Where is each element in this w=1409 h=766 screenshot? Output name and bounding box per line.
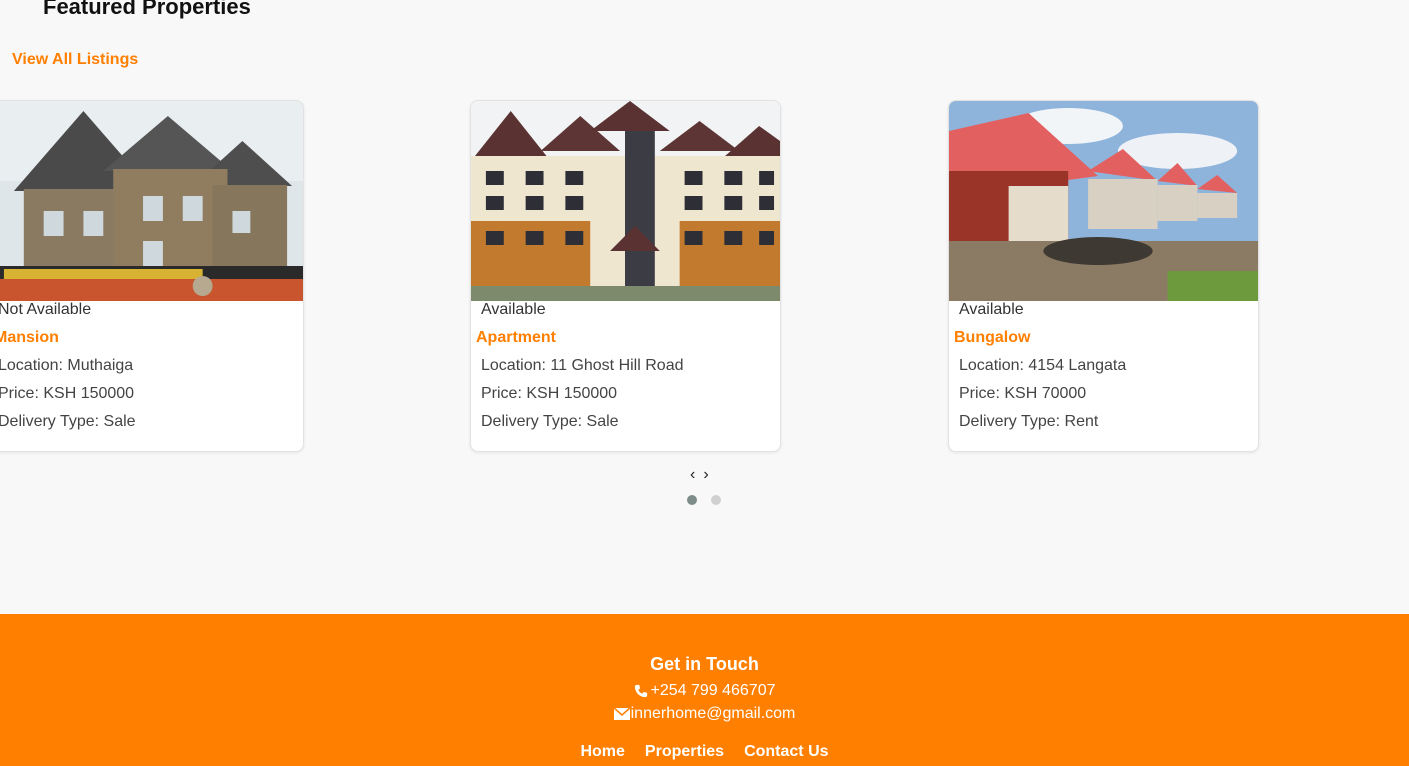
property-price: Price: KSH 150000 [481, 385, 618, 402]
footer-email: innerhome@gmail.com [0, 706, 1409, 722]
phone-icon [635, 684, 648, 698]
availability-status: Not Available [0, 301, 92, 318]
carousel-dots [687, 495, 721, 505]
footer-nav-contact[interactable]: Contact Us [744, 743, 828, 761]
carousel-dot-2[interactable] [711, 495, 721, 505]
property-type: Mansion [0, 329, 59, 346]
property-photo [471, 101, 780, 301]
availability-status: Available [481, 301, 546, 318]
footer-email-address: innerhome@gmail.com [630, 705, 796, 722]
carousel-next-icon[interactable]: › [703, 466, 708, 484]
property-location: Location: Muthaiga [0, 357, 134, 374]
footer-nav-home[interactable]: Home [580, 743, 624, 761]
view-all-listings-link[interactable]: View All Listings [12, 51, 138, 69]
carousel-prev-icon[interactable]: ‹ [690, 466, 695, 484]
property-price: Price: KSH 150000 [0, 385, 135, 402]
property-photo [949, 101, 1258, 301]
carousel-dot-1[interactable] [687, 495, 697, 505]
footer-nav-properties[interactable]: Properties [645, 743, 724, 761]
property-photo [0, 101, 303, 301]
site-footer: Get in Touch +254 799 466707 innerhome@g… [0, 614, 1409, 766]
footer-nav: Home Properties Contact Us [0, 743, 1409, 761]
section-title: Featured Properties [43, 0, 251, 19]
footer-phone-number: +254 799 466707 [650, 682, 776, 699]
property-card-bungalow[interactable]: Available Bungalow Location: 4154 Langat… [948, 100, 1259, 452]
property-card-mansion[interactable]: Not Available Mansion Location: Muthaiga… [0, 100, 304, 452]
footer-title: Get in Touch [650, 654, 759, 674]
availability-status: Available [959, 301, 1024, 318]
property-delivery-type: Delivery Type: Rent [959, 413, 1099, 430]
property-price: Price: KSH 70000 [959, 385, 1087, 402]
carousel-nav: ‹ › [690, 466, 709, 484]
footer-phone: +254 799 466707 [0, 683, 1409, 699]
envelope-icon [613, 707, 630, 720]
property-type: Bungalow [954, 329, 1031, 346]
property-type: Apartment [476, 329, 557, 346]
property-delivery-type: Delivery Type: Sale [0, 413, 136, 430]
property-card-apartment[interactable]: Available Apartment Location: 11 Ghost H… [470, 100, 781, 452]
property-location: Location: 4154 Langata [959, 357, 1127, 374]
property-location: Location: 11 Ghost Hill Road [481, 357, 684, 374]
property-delivery-type: Delivery Type: Sale [481, 413, 619, 430]
